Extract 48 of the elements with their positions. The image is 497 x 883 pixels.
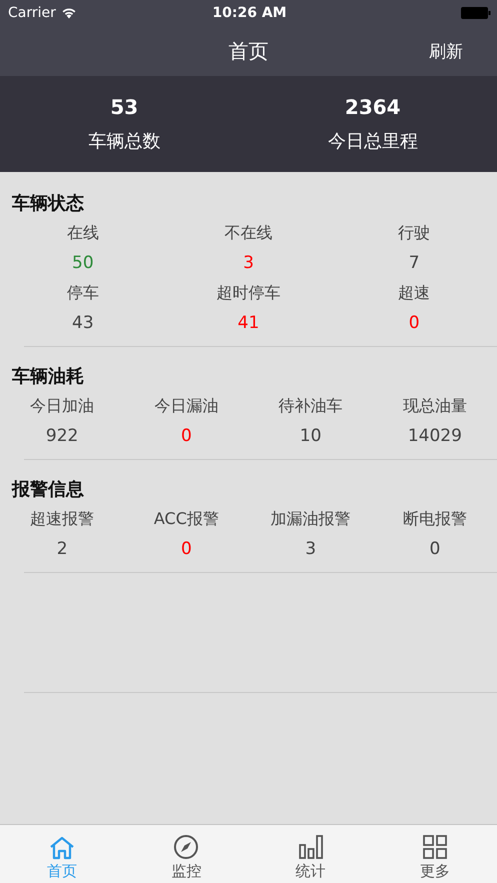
stat-value: 0 bbox=[408, 313, 421, 333]
stat-label: 今日加油 bbox=[29, 396, 96, 416]
summary-label: 今日总里程 bbox=[328, 130, 418, 153]
stat-label: 现总油量 bbox=[402, 396, 468, 416]
stat-label: ACC报警 bbox=[152, 508, 220, 530]
stat-label: 超速 bbox=[397, 282, 432, 304]
stat-value: 50 bbox=[71, 253, 95, 273]
stat-label: 停车 bbox=[66, 282, 100, 304]
summary-value: 2364 bbox=[344, 95, 401, 119]
refresh-button[interactable]: 刷新 bbox=[425, 38, 467, 65]
status-time: 10:26 AM bbox=[212, 5, 287, 21]
stat-value: 14029 bbox=[406, 426, 463, 446]
stat-value: 0 bbox=[428, 539, 442, 559]
summary-label: 车辆总数 bbox=[88, 130, 160, 153]
stat-value: 0 bbox=[180, 539, 193, 559]
stat-label: 在线 bbox=[66, 222, 100, 244]
stat-value: 2 bbox=[56, 539, 69, 559]
stat-value: 922 bbox=[44, 426, 80, 446]
stat-value: 7 bbox=[408, 253, 421, 273]
home-icon bbox=[49, 836, 76, 860]
section-title: 车辆油耗 bbox=[11, 365, 85, 389]
battery-icon bbox=[461, 7, 491, 19]
stat-value: 3 bbox=[242, 253, 255, 273]
tab-item[interactable]: 更多 bbox=[372, 825, 497, 883]
grid-icon bbox=[422, 834, 448, 860]
stat-label: 待补油车 bbox=[278, 396, 344, 416]
stat-label: 今日漏油 bbox=[153, 396, 220, 416]
stat-label: 超速报警 bbox=[29, 508, 96, 530]
stat-label: 超时停车 bbox=[215, 282, 282, 304]
tab-item[interactable]: 统计 bbox=[248, 825, 373, 883]
stat-value: 3 bbox=[304, 539, 318, 559]
stat-value: 43 bbox=[71, 313, 95, 333]
stat-label: 不在线 bbox=[223, 222, 274, 244]
stat-label: 断电报警 bbox=[402, 508, 468, 530]
tab-item[interactable]: 监控 bbox=[124, 825, 248, 883]
stat-value: 41 bbox=[236, 313, 260, 333]
section-title: 车辆状态 bbox=[11, 192, 85, 216]
summary-value: 53 bbox=[110, 95, 138, 119]
page-title: 首页 bbox=[228, 38, 268, 64]
compass-icon bbox=[173, 834, 200, 860]
section-title: 报警信息 bbox=[10, 478, 85, 502]
bar-chart-icon bbox=[298, 834, 324, 860]
stat-label: 行驶 bbox=[397, 222, 432, 244]
wifi-icon bbox=[60, 7, 77, 19]
stat-value: 10 bbox=[298, 426, 322, 446]
stat-label: 加漏油报警 bbox=[270, 508, 352, 530]
carrier-label: Carrier bbox=[8, 5, 56, 21]
stat-value: 0 bbox=[180, 426, 193, 446]
